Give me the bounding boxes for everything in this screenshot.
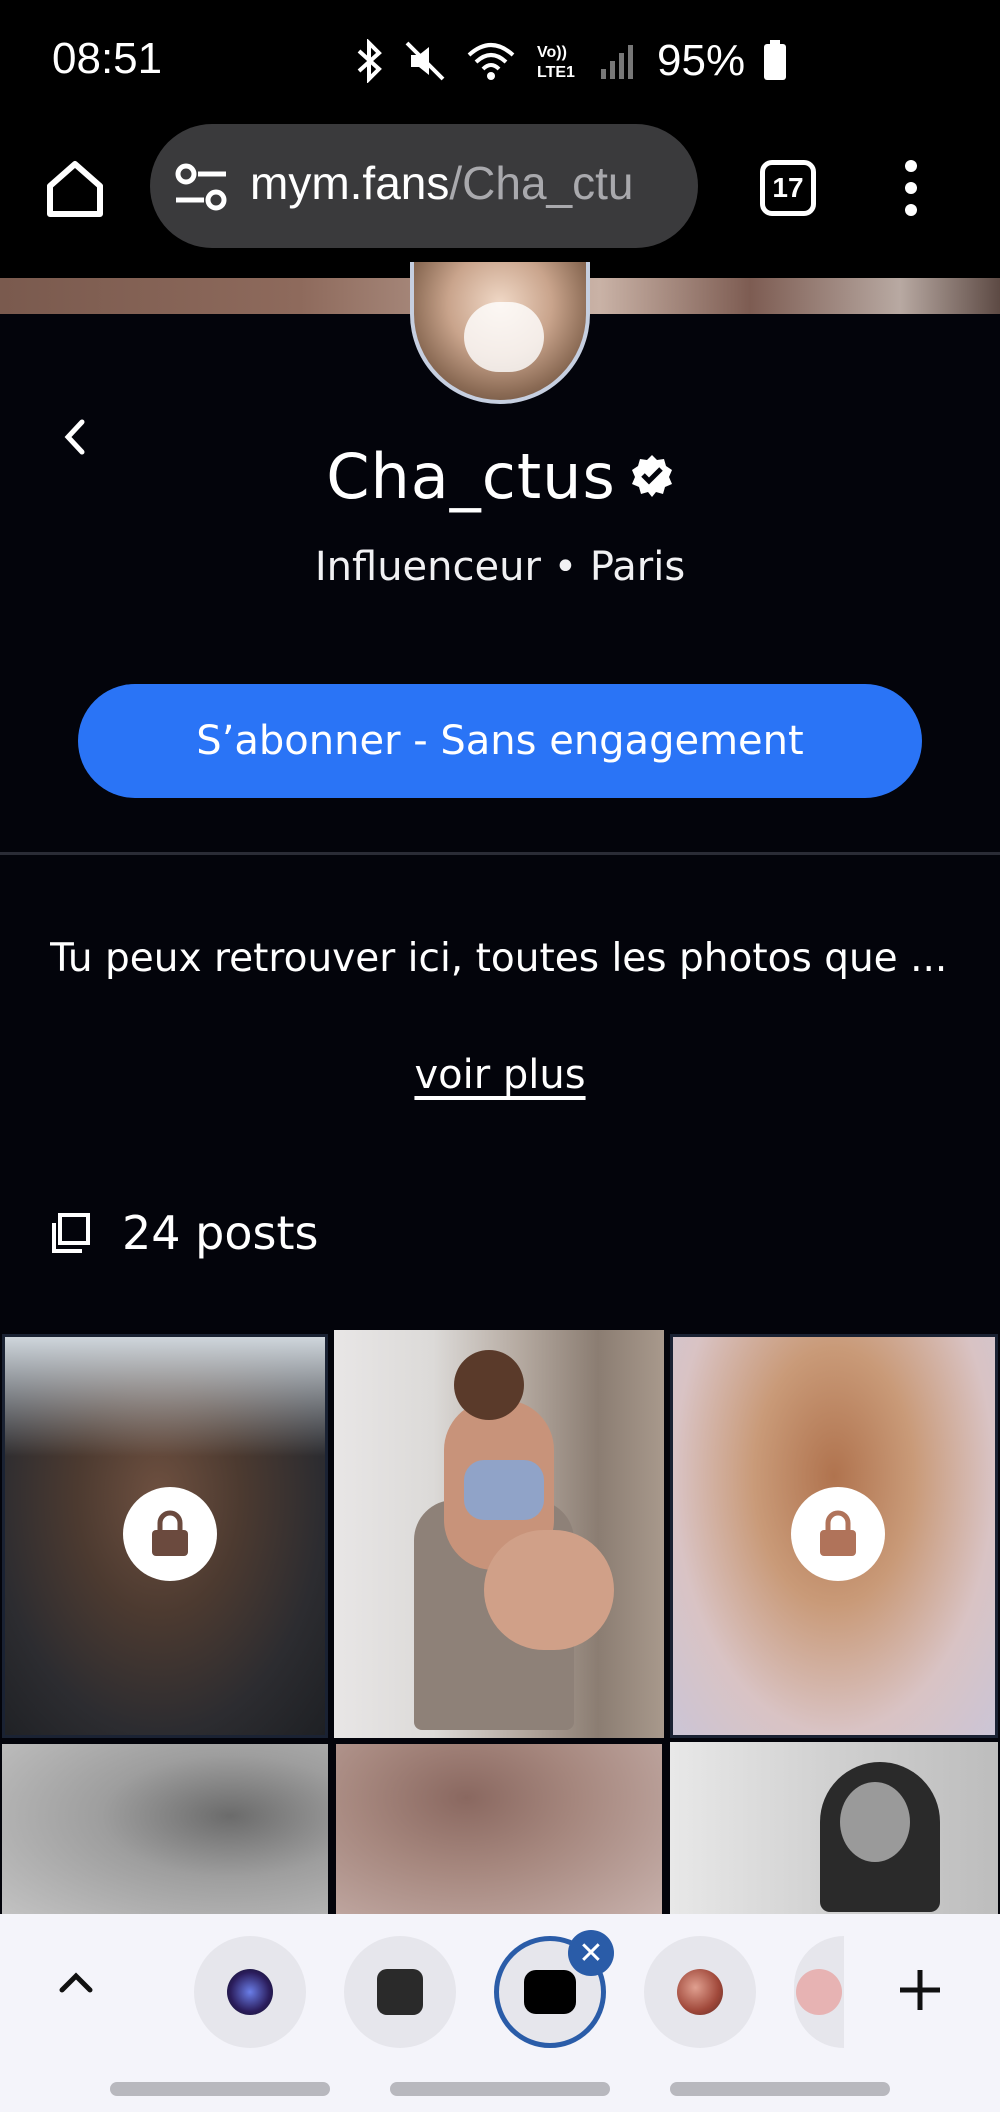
more-vert-icon (905, 160, 917, 216)
tab-thumbnail[interactable] (344, 1936, 456, 2048)
posts-header: 24 posts (50, 1206, 318, 1260)
tab-thumbnail[interactable] (194, 1936, 306, 2048)
more-menu-button[interactable] (896, 158, 926, 218)
status-time: 08:51 (52, 34, 163, 83)
tab-thumbnail[interactable] (644, 1936, 756, 2048)
close-icon: ✕ (578, 1935, 604, 1971)
url-text: mym.fans/Cha_ctu (250, 156, 634, 210)
lock-icon (152, 1510, 188, 1556)
site-favicon (677, 1969, 723, 2015)
system-nav-bar (0, 2064, 1000, 2112)
avatar[interactable] (410, 262, 590, 404)
svg-text:LTE1: LTE1 (537, 64, 575, 81)
lock-badge (123, 1487, 217, 1581)
post-tile-photo[interactable] (670, 1742, 998, 1914)
site-favicon (227, 1969, 273, 2015)
subscribe-button[interactable]: S’abonner - Sans engagement (78, 684, 922, 798)
nav-handle[interactable] (110, 2082, 330, 2096)
site-favicon (524, 1970, 576, 2014)
volte-icon: Vo)) LTE1 (537, 44, 575, 81)
signal-icon (601, 45, 633, 79)
post-tile-locked[interactable] (336, 1744, 662, 1914)
new-tab-button[interactable] (896, 1966, 944, 2014)
close-tab-button[interactable]: ✕ (568, 1930, 614, 1976)
home-icon (47, 161, 103, 217)
divider (0, 852, 1000, 855)
wifi-icon (467, 43, 515, 80)
profile-name-text: Cha_ctus (326, 440, 616, 513)
tab-thumbnail[interactable] (794, 1936, 844, 2048)
tab-switcher-button[interactable]: 17 (760, 160, 816, 216)
tune-icon[interactable] (172, 162, 232, 212)
browser-toolbar: mym.fans/Cha_ctu 17 (0, 120, 1000, 278)
posts-count: 24 posts (122, 1206, 319, 1260)
nav-handle[interactable] (390, 2082, 610, 2096)
mute-icon (405, 41, 445, 81)
chevron-up-icon (59, 1972, 93, 1993)
post-tile-photo[interactable] (334, 1330, 664, 1738)
nav-handle[interactable] (670, 2082, 890, 2096)
svg-text:Vo)): Vo)) (537, 44, 567, 61)
url-path: /Cha_ctu (449, 157, 634, 209)
expand-tabs-button[interactable] (56, 1966, 96, 1996)
status-bar: 08:51 Vo)) LTE1 95% (0, 0, 1000, 120)
post-tile-locked[interactable] (2, 1334, 328, 1738)
post-tile-locked[interactable] (2, 1744, 328, 1914)
copy-icon (52, 1213, 90, 1253)
profile-meta: Influenceur • Paris (314, 544, 686, 590)
battery-icon (764, 40, 787, 80)
lock-badge (791, 1487, 885, 1581)
site-favicon (377, 1969, 423, 2015)
home-button[interactable] (42, 156, 108, 222)
bluetooth-icon (357, 39, 382, 83)
verified-badge-icon (631, 454, 672, 497)
site-favicon (796, 1969, 842, 2015)
posts-grid (0, 1330, 1000, 1914)
bio-text: Tu peux retrouver ici, toutes les photos… (50, 936, 948, 981)
plus-icon (900, 1970, 940, 2010)
lock-icon (820, 1510, 856, 1556)
see-more-link[interactable]: voir plus (0, 1052, 1000, 1098)
url-domain: mym.fans (250, 157, 450, 209)
status-icons: Vo)) LTE1 95% (355, 36, 787, 86)
battery-percent: 95% (657, 36, 746, 85)
address-bar[interactable]: mym.fans/Cha_ctu (150, 124, 698, 248)
post-tile-locked[interactable] (670, 1334, 998, 1738)
tab-strip: ✕ (0, 1914, 1000, 2064)
profile-name: Cha_ctus (0, 440, 1000, 513)
